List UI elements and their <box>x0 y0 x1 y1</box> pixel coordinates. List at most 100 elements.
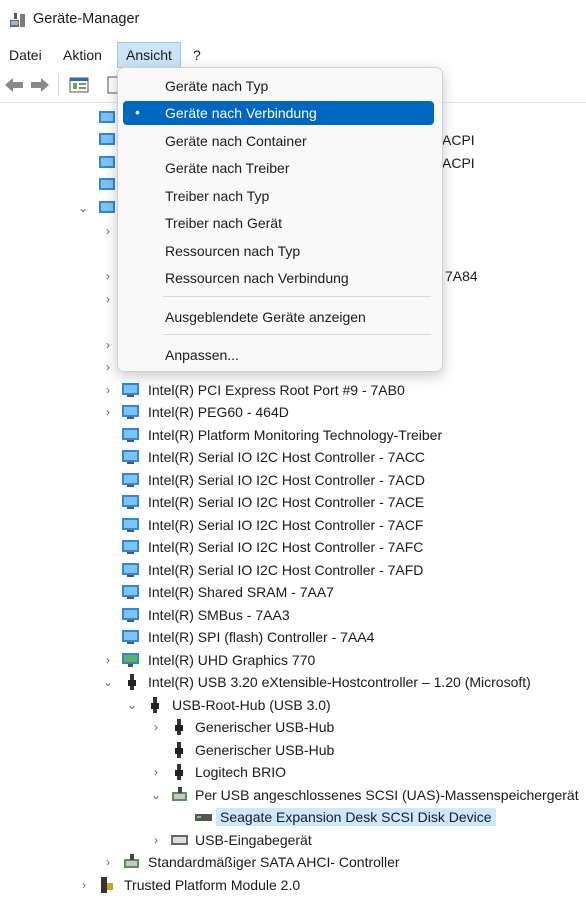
tree-row[interactable]: › Trusted Platform Module 2.0 <box>0 874 586 896</box>
system-device-icon <box>122 472 140 488</box>
tree-row[interactable]: ⌄ Per USB angeschlossenes SCSI (UAS)-Mas… <box>0 784 586 806</box>
system-device-icon <box>99 155 117 171</box>
tree-row[interactable]: Intel(R) Serial IO I2C Host Controller -… <box>0 469 586 491</box>
chevron-right-icon[interactable]: › <box>102 854 114 870</box>
menu-item-drivers-by-device[interactable]: Treiber nach Gerät <box>123 211 434 235</box>
system-device-icon <box>122 562 140 578</box>
system-device-icon <box>99 110 117 126</box>
tree-row-label: USB-Root-Hub (USB 3.0) <box>172 697 331 713</box>
tree-row-label: Standardmäßiger SATA AHCI- Controller <box>148 854 400 870</box>
system-device-icon <box>99 132 117 148</box>
system-device-icon <box>122 404 140 420</box>
tree-row[interactable]: › Logitech BRIO <box>0 761 586 783</box>
chevron-right-icon[interactable]: › <box>102 652 114 668</box>
system-device-icon <box>122 517 140 533</box>
tree-row[interactable]: Intel(R) Serial IO I2C Host Controller -… <box>0 559 586 581</box>
menu-item-devices-by-type[interactable]: Geräte nach Typ <box>123 74 434 98</box>
chevron-right-icon[interactable]: › <box>78 877 90 893</box>
tree-row[interactable]: Intel(R) Serial IO I2C Host Controller -… <box>0 446 586 468</box>
tree-row-label: Trusted Platform Module 2.0 <box>124 877 301 893</box>
storage-controller-icon <box>123 854 141 870</box>
menu-item-customize[interactable]: Anpassen... <box>123 343 434 367</box>
tree-row[interactable]: › Generischer USB-Hub <box>0 716 586 738</box>
tree-row[interactable]: Intel(R) SPI (flash) Controller - 7AA4 <box>0 626 586 648</box>
tree-row-label: Intel(R) SPI (flash) Controller - 7AA4 <box>148 629 375 645</box>
menu-item-devices-by-driver[interactable]: Geräte nach Treiber <box>123 156 434 180</box>
tree-row-label: Intel(R) Serial IO I2C Host Controller -… <box>148 449 425 465</box>
tree-row[interactable]: ⌄ USB-Root-Hub (USB 3.0) <box>0 694 586 716</box>
menu-item-devices-by-connection[interactable]: • Geräte nach Verbindung <box>123 101 434 125</box>
tree-row-selected[interactable]: Seagate Expansion Desk SCSI Disk Device <box>0 806 586 828</box>
menu-bar: Datei Aktion Ansicht ? <box>0 42 586 68</box>
window-title: Geräte-Manager <box>33 11 140 27</box>
menu-aktion[interactable]: Aktion <box>55 42 110 68</box>
menu-ansicht[interactable]: Ansicht <box>117 42 181 68</box>
menu-item-resources-by-type[interactable]: Ressourcen nach Typ <box>123 239 434 263</box>
menu-separator <box>163 296 431 297</box>
tree-row[interactable]: Intel(R) Platform Monitoring Technology-… <box>0 424 586 446</box>
tree-row[interactable]: › Standardmäßiger SATA AHCI- Controller <box>0 851 586 873</box>
tree-row[interactable]: Generischer USB-Hub <box>0 739 586 761</box>
tree-row-label: Per USB angeschlossenes SCSI (UAS)-Masse… <box>195 787 579 803</box>
tree-row[interactable]: › Intel(R) PCI Express Root Port #9 - 7A… <box>0 379 586 401</box>
tree-row-label-partial: ACPI <box>442 132 475 148</box>
tree-row[interactable]: Intel(R) SMBus - 7AA3 <box>0 604 586 626</box>
toolbar-separator <box>58 74 59 96</box>
tree-row[interactable]: › Intel(R) PEG60 - 464D <box>0 401 586 423</box>
tree-row-label: Intel(R) SMBus - 7AA3 <box>148 607 290 623</box>
tree-row-label: Seagate Expansion Desk SCSI Disk Device <box>216 808 496 826</box>
tree-row[interactable]: Intel(R) Shared SRAM - 7AA7 <box>0 581 586 603</box>
tree-row[interactable]: Intel(R) Serial IO I2C Host Controller -… <box>0 514 586 536</box>
chevron-right-icon[interactable]: › <box>102 268 114 284</box>
chevron-right-icon[interactable]: › <box>102 223 114 239</box>
tree-row-label: Generischer USB-Hub <box>195 719 335 735</box>
chevron-right-icon[interactable]: › <box>150 764 162 780</box>
tree-row-label: Intel(R) USB 3.20 eXtensible-Hostcontrol… <box>148 674 531 690</box>
tree-row[interactable]: Intel(R) Serial IO I2C Host Controller -… <box>0 491 586 513</box>
tree-row[interactable]: › USB-Eingabegerät <box>0 829 586 851</box>
chevron-right-icon[interactable]: › <box>102 291 114 307</box>
menu-item-show-hidden-devices[interactable]: Ausgeblendete Geräte anzeigen <box>123 305 434 329</box>
chevron-right-icon[interactable]: › <box>102 359 114 375</box>
system-device-icon <box>122 607 140 623</box>
tree-row-label-partial: 7A84 <box>445 268 478 284</box>
device-manager-icon <box>9 11 27 32</box>
tree-row-label: Intel(R) Serial IO I2C Host Controller -… <box>148 562 424 578</box>
tree-row[interactable]: › Intel(R) UHD Graphics 770 <box>0 649 586 671</box>
tree-row-label-partial: ACPI <box>442 155 475 171</box>
tree-row[interactable]: Intel(R) Serial IO I2C Host Controller -… <box>0 536 586 558</box>
usb-hub-icon <box>171 719 189 735</box>
menu-item-devices-by-container[interactable]: Geräte nach Container <box>123 129 434 153</box>
tree-row-label: Intel(R) Serial IO I2C Host Controller -… <box>148 472 425 488</box>
chevron-down-icon[interactable]: ⌄ <box>126 697 138 713</box>
chevron-right-icon[interactable]: › <box>150 832 162 848</box>
system-device-icon <box>99 200 117 216</box>
menu-help[interactable]: ? <box>185 42 209 68</box>
tree-row-label: Intel(R) PEG60 - 464D <box>148 404 289 420</box>
chevron-down-icon[interactable]: ⌄ <box>102 674 114 690</box>
properties-icon[interactable] <box>68 75 90 95</box>
system-device-icon <box>122 427 140 443</box>
chevron-down-icon[interactable]: ⌄ <box>150 787 162 803</box>
menu-item-resources-by-connection[interactable]: Ressourcen nach Verbindung <box>123 266 434 290</box>
chevron-right-icon[interactable]: › <box>102 382 114 398</box>
tree-row-label: Generischer USB-Hub <box>195 742 335 758</box>
chevron-right-icon[interactable]: › <box>102 337 114 353</box>
system-device-icon <box>122 449 140 465</box>
disk-drive-icon <box>195 809 213 825</box>
menu-separator <box>163 334 431 335</box>
menu-datei[interactable]: Datei <box>1 42 50 68</box>
back-arrow-icon[interactable] <box>3 75 25 95</box>
tree-row-label: Intel(R) Serial IO I2C Host Controller -… <box>148 494 425 510</box>
chevron-right-icon[interactable]: › <box>102 404 114 420</box>
security-device-icon <box>99 877 117 893</box>
usb-hub-icon <box>171 742 189 758</box>
tree-row[interactable]: ⌄ Intel(R) USB 3.20 eXtensible-Hostcontr… <box>0 671 586 693</box>
forward-arrow-icon[interactable] <box>29 75 51 95</box>
view-menu-dropdown: Geräte nach Typ • Geräte nach Verbindung … <box>117 67 443 372</box>
chevron-right-icon[interactable]: › <box>150 719 162 735</box>
tree-row-label: USB-Eingabegerät <box>195 832 312 848</box>
chevron-down-icon[interactable]: ⌄ <box>77 200 89 216</box>
menu-item-drivers-by-type[interactable]: Treiber nach Typ <box>123 184 434 208</box>
tree-row-label: Intel(R) Serial IO I2C Host Controller -… <box>148 517 424 533</box>
